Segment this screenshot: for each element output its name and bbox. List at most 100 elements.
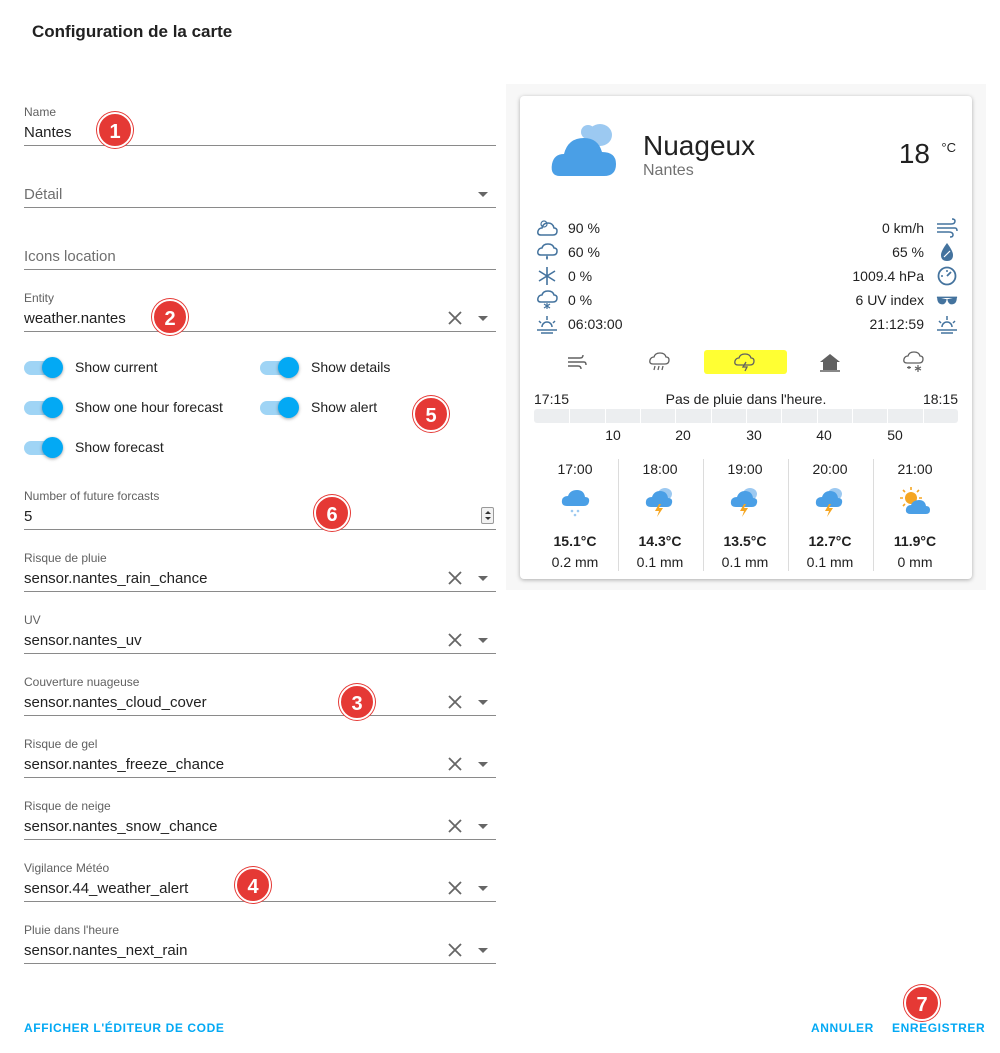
save-button[interactable]: ENREGISTRER <box>892 1021 985 1035</box>
show-forecast-label: Show forecast <box>75 439 164 455</box>
chevron-down-icon[interactable] <box>478 948 488 953</box>
rain-tick-mark <box>675 409 676 423</box>
rain-tick-mark <box>605 409 606 423</box>
chevron-down-icon[interactable] <box>478 638 488 643</box>
name-value[interactable]: Nantes <box>24 124 72 141</box>
temperature-unit: °C <box>941 140 956 155</box>
cloud-cover-value[interactable]: sensor.nantes_cloud_cover <box>24 694 207 711</box>
humidity-icon <box>941 243 953 261</box>
cloud-cover-select[interactable]: Couverture nuageuse sensor.nantes_cloud_… <box>24 674 496 716</box>
future-forecasts-field[interactable]: Number of future forcasts 5 <box>24 488 496 530</box>
rain-tick-mark <box>640 409 641 423</box>
sunrise-icon <box>537 316 557 334</box>
freeze-chance-value[interactable]: sensor.nantes_freeze_chance <box>24 756 224 773</box>
toggle-knob[interactable] <box>42 357 63 378</box>
chevron-down-icon[interactable] <box>478 762 488 767</box>
toggle-knob[interactable] <box>278 397 299 418</box>
cloud-cover-icon <box>537 220 558 236</box>
rain-tick-mark <box>711 409 712 423</box>
chevron-down-icon[interactable] <box>478 576 488 581</box>
forecast-column: 20:00 12.7°C 0.1 mm <box>788 458 872 570</box>
rain-chance-select[interactable]: Risque de pluie sensor.nantes_rain_chanc… <box>24 550 496 592</box>
forecast-column: 18:00 14.3°C 0.1 mm <box>618 458 702 570</box>
clear-icon[interactable] <box>446 569 464 587</box>
temperature-value: 18 <box>898 138 930 169</box>
uv-select[interactable]: UV sensor.nantes_uv <box>24 612 496 654</box>
condition-text: Nuageux <box>643 130 756 161</box>
freeze-icon <box>538 267 556 285</box>
uv-label: UV <box>24 613 41 627</box>
freeze-chance-select[interactable]: Risque de gel sensor.nantes_freeze_chanc… <box>24 736 496 778</box>
detail-pressure: 1009.4 hPa <box>758 266 958 286</box>
snow-chance-value[interactable]: sensor.nantes_snow_chance <box>24 818 217 835</box>
detail-uv: 6 UV index <box>758 290 958 310</box>
city-text: Nantes <box>643 162 694 179</box>
next-rain-select[interactable]: Pluie dans l'heure sensor.nantes_next_ra… <box>24 922 496 964</box>
snow-chance-label: Risque de neige <box>24 799 111 813</box>
callout-badge-6: 6 <box>314 495 350 531</box>
detail-text: 90 % <box>568 220 600 236</box>
storm-tab-icon[interactable] <box>704 350 787 374</box>
clear-icon[interactable] <box>446 817 464 835</box>
chevron-down-icon[interactable] <box>478 824 488 829</box>
toggle-knob[interactable] <box>42 437 63 458</box>
uv-value[interactable]: sensor.nantes_uv <box>24 632 142 649</box>
clear-icon[interactable] <box>446 755 464 773</box>
name-field[interactable]: Name Nantes <box>24 104 496 146</box>
callout-badge-4: 4 <box>235 867 271 903</box>
detail-humidity: 65 % <box>758 242 958 262</box>
clear-icon[interactable] <box>446 309 464 327</box>
callout-badge-7: 7 <box>904 985 940 1021</box>
rain-tick-mark <box>887 409 888 423</box>
detail-select[interactable]: Détail <box>24 180 496 208</box>
rain-chance-value[interactable]: sensor.nantes_rain_chance <box>24 570 207 587</box>
show-code-editor-button[interactable]: AFFICHER L'ÉDITEUR DE CODE <box>24 1021 224 1035</box>
chevron-down-icon[interactable] <box>478 886 488 891</box>
forecast-time: 17:00 <box>557 461 593 477</box>
name-label: Name <box>24 105 57 119</box>
clear-icon[interactable] <box>446 879 464 897</box>
rain-tab-icon[interactable] <box>640 350 680 374</box>
thunderstorm-icon <box>730 488 758 517</box>
partly-sunny-icon <box>900 487 930 514</box>
wind-tab-icon[interactable] <box>556 350 596 374</box>
entity-select[interactable]: Entity weather.nantes <box>24 290 496 332</box>
cancel-button[interactable]: ANNULER <box>811 1021 874 1035</box>
detail-placeholder: Détail <box>24 186 63 203</box>
icons-location-placeholder: Icons location <box>24 248 116 265</box>
entity-label: Entity <box>24 291 55 305</box>
rain-message: Pas de pluie dans l'heure. <box>665 391 827 407</box>
icons-location-field[interactable]: Icons location <box>24 242 496 270</box>
chevron-down-icon[interactable] <box>478 192 488 197</box>
number-stepper[interactable] <box>481 507 494 524</box>
detail-text: 0 km/h <box>881 220 924 236</box>
forecast-rain: 0.1 mm <box>636 554 684 570</box>
detail-text: 0 % <box>568 292 593 308</box>
clear-icon[interactable] <box>446 693 464 711</box>
entity-value[interactable]: weather.nantes <box>24 310 126 327</box>
detail-text: 6 UV index <box>855 292 924 308</box>
cloudy-icon <box>551 124 616 176</box>
rain-tick-mark <box>817 409 818 423</box>
pressure-icon <box>937 266 957 286</box>
weather-alert-value[interactable]: sensor.44_weather_alert <box>24 880 188 897</box>
forecast-time: 21:00 <box>897 461 933 477</box>
chevron-down-icon[interactable] <box>478 316 488 321</box>
toggle-knob[interactable] <box>278 357 299 378</box>
detail-sunset: 21:12:59 <box>758 314 958 334</box>
forecast-temp: 12.7°C <box>808 533 852 549</box>
rain-chance-icon <box>537 243 558 260</box>
clear-icon[interactable] <box>446 941 464 959</box>
forecast-column: 19:00 13.5°C 0.1 mm <box>703 458 787 570</box>
chevron-down-icon[interactable] <box>478 700 488 705</box>
toggle-knob[interactable] <box>42 397 63 418</box>
rain-tick-mark <box>923 409 924 423</box>
snow-cloud-icon <box>561 490 590 517</box>
snow-chance-select[interactable]: Risque de neige sensor.nantes_snow_chanc… <box>24 798 496 840</box>
clear-icon[interactable] <box>446 631 464 649</box>
forecast-rain: 0.1 mm <box>721 554 769 570</box>
next-rain-value[interactable]: sensor.nantes_next_rain <box>24 942 187 959</box>
home-alert-tab-icon[interactable] <box>810 350 850 374</box>
snow-tab-icon[interactable] <box>894 350 934 374</box>
future-forecasts-value[interactable]: 5 <box>24 508 32 525</box>
